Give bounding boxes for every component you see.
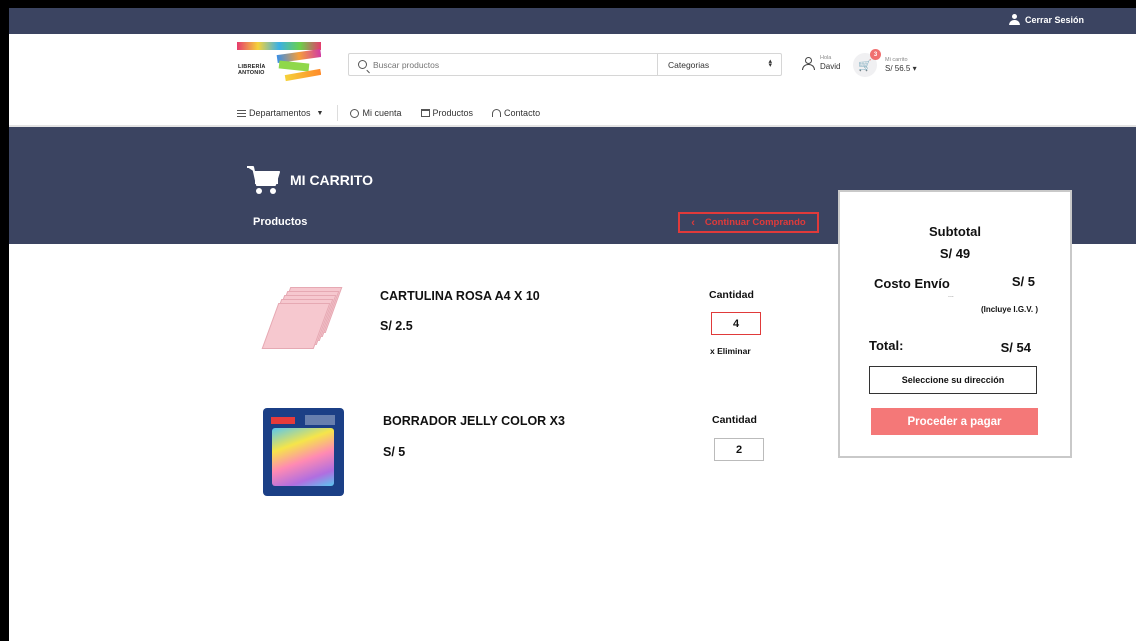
main-nav: Departamentos ▼ Mi cuenta Productos Cont…	[237, 105, 540, 121]
nav-contact-label: Contacto	[504, 108, 541, 118]
shipping-dots: ...	[948, 292, 954, 299]
quantity-input[interactable]: 2	[714, 438, 764, 461]
eraser-package	[272, 428, 334, 486]
shopping-cart-icon	[247, 166, 280, 194]
product-image-borrador	[263, 408, 344, 496]
brand-label	[271, 417, 295, 424]
cart-icon: 🛒 3	[853, 49, 881, 77]
user-icon	[1008, 14, 1020, 25]
subtotal-label: Subtotal	[929, 224, 981, 239]
product-name: BORRADOR JELLY COLOR X3	[383, 414, 565, 428]
nav-contact[interactable]: Contacto	[492, 108, 540, 118]
total-value: S/ 54	[1000, 340, 1031, 355]
proceed-to-pay-button[interactable]: Proceder a pagar	[871, 408, 1038, 435]
quantity-input[interactable]: 4	[711, 312, 761, 335]
shipping-value: S/ 5	[1011, 274, 1035, 289]
nav-products-label: Productos	[432, 108, 474, 118]
cart-total-value: S/ 56.5	[885, 64, 911, 73]
cart-label: Mi carrito	[885, 57, 908, 63]
chevron-down-icon: ▼	[316, 109, 324, 117]
paper-sheet	[261, 303, 331, 349]
account-menu[interactable]: Hola David	[802, 55, 840, 71]
logout-button[interactable]: Cerrar Sesión	[1008, 14, 1084, 25]
nav-departments[interactable]: Departamentos ▼	[237, 108, 323, 118]
nav-my-account-label: Mi cuenta	[362, 108, 402, 118]
category-select[interactable]: Categorias ▴ ▾	[657, 54, 782, 75]
logo-pencils	[237, 42, 321, 50]
search-icon	[358, 60, 367, 69]
quantity-label: Cantidad	[712, 414, 757, 426]
page-title: MI CARRITO	[246, 164, 373, 196]
cart-summary-button[interactable]: 🛒 3 Mi carrito S/ 56.5 ▾	[853, 49, 917, 77]
menu-icon	[237, 109, 246, 117]
continue-shopping-button[interactable]: ‹ Continuar Comprando	[678, 212, 819, 233]
cart-count-badge: 3	[870, 49, 881, 60]
shipping-label: Costo Envío	[874, 276, 950, 291]
logout-label: Cerrar Sesión	[1024, 14, 1084, 25]
logo-pencils	[278, 60, 310, 72]
order-summary-panel: Subtotal S/ 49 Costo Envío S/ 5 ... (Inc…	[838, 190, 1072, 458]
logo-text: LIBRERÍA ANTONIO	[238, 64, 266, 76]
product-image-cartulina	[260, 285, 343, 351]
logo[interactable]: LIBRERÍA ANTONIO	[237, 42, 321, 86]
search-bar: Categorias ▴▾	[348, 53, 782, 76]
quantity-label: Cantidad	[709, 289, 754, 301]
page-title-text: MI CARRITO	[290, 172, 373, 188]
product-name: CARTULINA ROSA A4 X 10	[380, 289, 540, 303]
total-label: Total:	[869, 338, 904, 353]
igv-note: (Incluye I.G.V. )	[980, 305, 1038, 314]
remove-item-link[interactable]: x Eliminar	[710, 346, 751, 356]
gift-icon	[420, 109, 430, 117]
product-price: S/ 5	[383, 445, 406, 459]
nav-departments-label: Departamentos	[249, 108, 311, 118]
user-name: David	[820, 62, 841, 71]
nav-my-account[interactable]: Mi cuenta	[350, 108, 402, 118]
nav-products[interactable]: Productos	[420, 108, 474, 118]
account-circle-icon	[350, 108, 360, 118]
category-label: Categorias	[668, 59, 710, 70]
cart-total: S/ 56.5 ▾	[885, 64, 917, 73]
select-address-button[interactable]: Seleccione su dirección	[869, 366, 1037, 394]
person-icon	[802, 56, 815, 70]
product-price: S/ 2.5	[380, 319, 413, 333]
subtotal-value: S/ 49	[939, 246, 971, 261]
headset-icon	[492, 109, 502, 117]
continue-shopping-label: Continuar Comprando	[704, 217, 806, 228]
chevron-left-icon: ‹	[691, 216, 695, 229]
select-arrows-icon: ▴ ▾	[768, 58, 772, 69]
products-heading: Productos	[253, 216, 308, 228]
package-label	[305, 415, 335, 425]
search-input[interactable]	[373, 59, 663, 70]
top-bar: Cerrar Sesión	[9, 8, 1136, 34]
logo-line2: ANTONIO	[238, 70, 265, 76]
greeting: Hola	[820, 55, 832, 61]
nav-divider	[337, 105, 339, 121]
